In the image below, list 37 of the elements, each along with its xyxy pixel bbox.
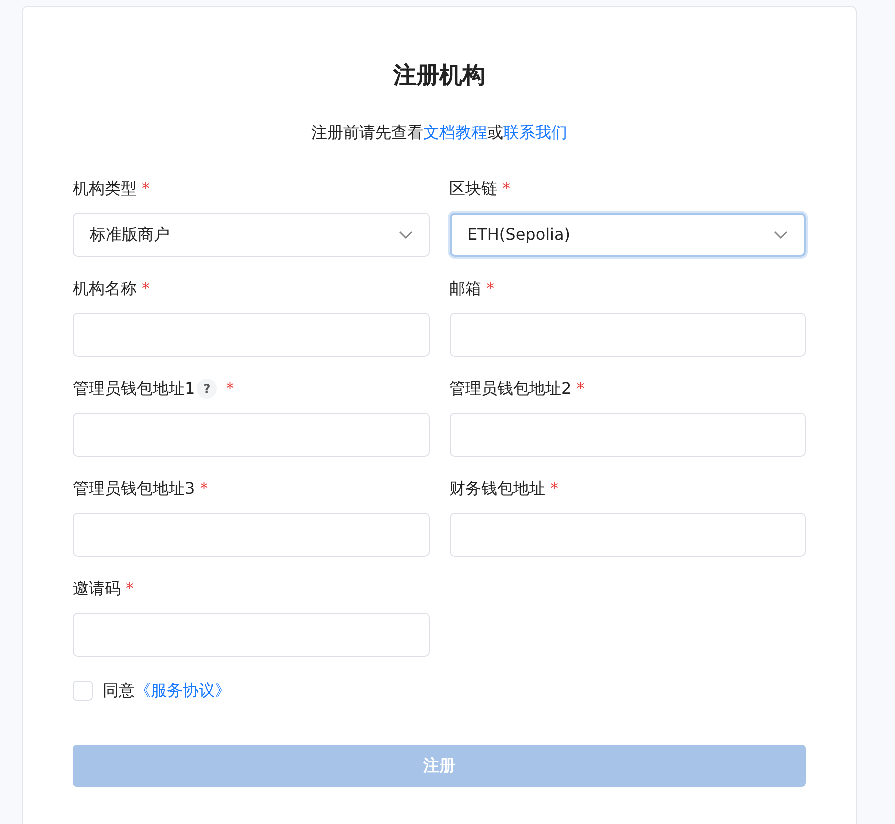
input-field[interactable] (73, 612, 430, 657)
subtitle-text: 注册前请先查看文档教程或联系我们 (310, 122, 568, 144)
input-field[interactable] (450, 512, 806, 557)
field-label: 管理员钱包地址2 (450, 378, 572, 400)
help-link[interactable]: 文档教程 (424, 122, 488, 142)
required-mark: * (200, 478, 208, 500)
input-field[interactable] (450, 412, 806, 457)
input-field[interactable] (73, 412, 430, 457)
field-label: 管理员钱包地址1 (73, 378, 196, 400)
required-mark: * (486, 278, 494, 300)
required-mark: * (142, 278, 150, 300)
required-mark: * (502, 178, 510, 200)
required-mark: * (576, 378, 585, 400)
required-mark: * (126, 578, 134, 600)
field-label: 机构名称 (73, 278, 137, 300)
field-label: 财务钱包地址 (450, 478, 546, 500)
input-field[interactable] (73, 512, 430, 557)
terms-link[interactable]: 《服务协议》 (135, 680, 231, 700)
select-field[interactable]: 标准版商户 (73, 212, 430, 257)
field-label: 区块链 (450, 178, 498, 200)
form-title: 注册机构 (392, 63, 486, 91)
input-field[interactable] (450, 312, 806, 357)
required-mark: * (550, 478, 558, 500)
help-link[interactable]: 联系我们 (504, 122, 568, 142)
help-icon[interactable]: ? (197, 378, 218, 399)
agreement-text: 同意《服务协议》 (103, 680, 231, 702)
agree-checkbox[interactable] (73, 680, 93, 701)
required-mark: * (226, 378, 234, 400)
chevron-down-icon (398, 230, 412, 239)
input-field[interactable] (73, 312, 430, 357)
required-mark: * (142, 178, 150, 200)
field-label: 管理员钱包地址3 (73, 478, 196, 500)
select-field[interactable]: ETH(Sepolia) (450, 212, 806, 257)
chevron-down-icon (774, 230, 788, 239)
field-label: 机构类型 (73, 178, 137, 200)
field-label: 邮箱 (450, 278, 482, 300)
field-label: 邀请码 (73, 578, 121, 600)
